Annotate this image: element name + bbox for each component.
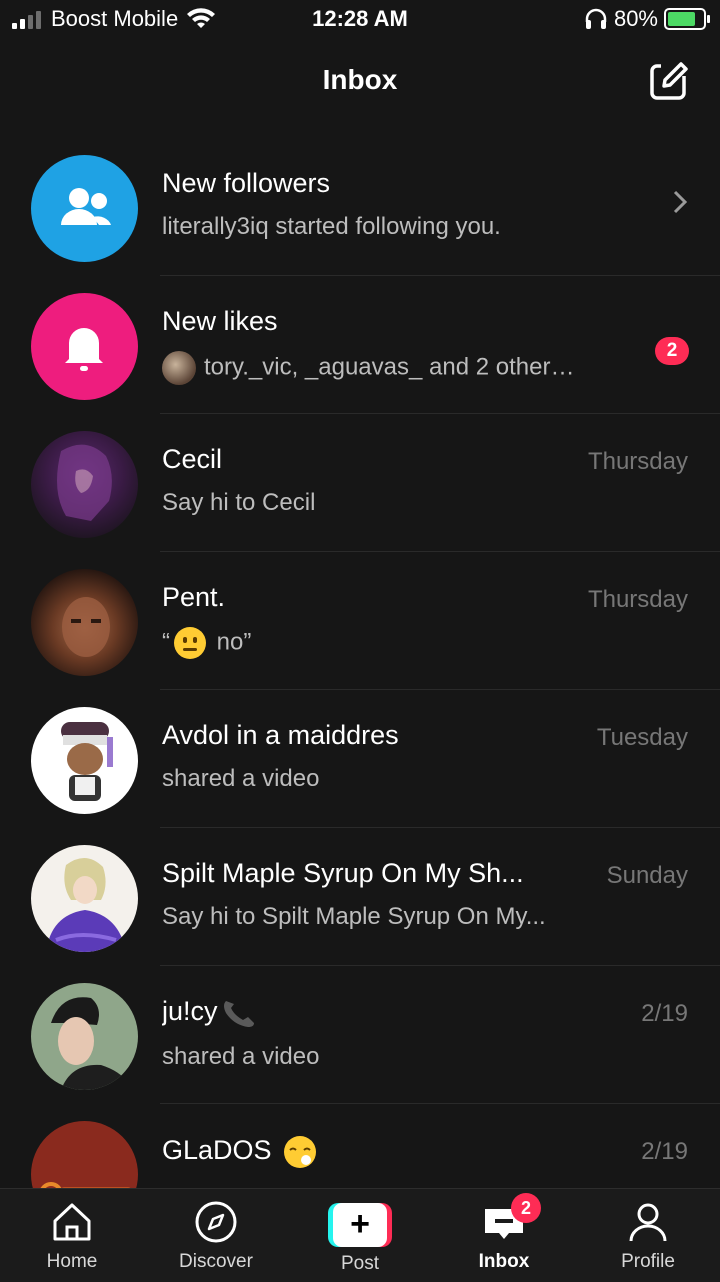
- nav-label: Inbox: [478, 1251, 530, 1272]
- row-subtitle: tory._vic, _aguavas_ and 2 others l...: [204, 353, 582, 381]
- conversation-message: Say hi to Cecil: [162, 489, 316, 516]
- likes-count-badge: 2: [655, 337, 689, 365]
- inbox-badge: 2: [511, 1193, 541, 1223]
- home-icon: [53, 1203, 91, 1241]
- compose-icon[interactable]: [648, 60, 690, 102]
- face-emoji: [283, 1136, 316, 1168]
- avatar: [31, 707, 138, 814]
- nav-label: Discover: [179, 1251, 253, 1272]
- conversation-time: 2/19: [641, 1138, 688, 1165]
- conversation-name: GLaDOS: [162, 1135, 272, 1166]
- conversation-row[interactable]: Avdol in a maiddres shared a video Tuesd…: [0, 690, 720, 828]
- conversation-time: Thursday: [587, 448, 688, 475]
- new-likes-row[interactable]: New likes tory._vic, _aguavas_ and 2 oth…: [0, 276, 720, 414]
- avatar: [31, 569, 138, 676]
- battery-icon: [664, 8, 710, 30]
- conversation-name: ju!cy: [162, 996, 218, 1026]
- row-subtitle: literally3iq started following you.: [162, 213, 501, 240]
- avatar: [31, 845, 138, 952]
- liker-avatar: [162, 351, 196, 385]
- conversation-message: “ no”: [162, 627, 582, 659]
- avatar: [31, 431, 138, 538]
- conversation-time: Thursday: [587, 586, 688, 613]
- conversation-time: Tuesday: [596, 724, 688, 751]
- neutral-face-emoji: [174, 627, 206, 659]
- status-bar: Boost Mobile 12:28 AM 80%: [0, 0, 720, 40]
- compass-icon: [195, 1201, 237, 1243]
- conversation-row[interactable]: Pent. “ no” Thursday: [0, 552, 720, 690]
- nav-inbox[interactable]: 2 Inbox: [444, 1193, 564, 1273]
- conversation-name: Cecil: [162, 444, 223, 474]
- nav-label: Post: [340, 1253, 380, 1274]
- row-title: New followers: [162, 168, 331, 198]
- conversation-name: Pent.: [162, 582, 226, 612]
- bell-icon: [31, 293, 138, 400]
- nav-profile[interactable]: Profile: [588, 1199, 708, 1273]
- inbox-screen: Boost Mobile 12:28 AM 80% Inbox New foll…: [0, 0, 720, 1282]
- telephone-emoji: [223, 1000, 254, 1027]
- row-title: New likes: [162, 306, 278, 336]
- chevron-right-icon: [673, 190, 688, 214]
- post-button[interactable]: +: [328, 1203, 392, 1247]
- page-title: Inbox: [322, 64, 398, 95]
- conversation-message: Say hi to Spilt Maple Syrup On My...: [162, 903, 546, 930]
- plus-icon: +: [333, 1203, 387, 1247]
- conversation-time: 2/19: [641, 1000, 688, 1027]
- conversation-name: Avdol in a maiddres: [162, 720, 399, 750]
- conversation-time: Sunday: [606, 862, 688, 889]
- battery-percent: 80%: [613, 6, 658, 31]
- nav-discover[interactable]: Discover: [156, 1199, 276, 1273]
- headphones-icon: [585, 8, 607, 29]
- profile-icon: [629, 1203, 667, 1242]
- new-followers-row[interactable]: New followers literally3iq started follo…: [0, 138, 720, 276]
- nav-label: Home: [46, 1251, 98, 1272]
- avatar: [31, 983, 138, 1090]
- conversation-name: Spilt Maple Syrup On My Sh...: [162, 858, 524, 888]
- followers-icon: [31, 155, 138, 262]
- conversation-message: shared a video: [162, 1042, 320, 1070]
- conversation-row[interactable]: Cecil Say hi to Cecil Thursday: [0, 414, 720, 552]
- nav-post[interactable]: + Post: [300, 1199, 420, 1275]
- conversation-message: shared a video: [162, 765, 320, 792]
- conversation-row[interactable]: Spilt Maple Syrup On My Sh... Say hi to …: [0, 828, 720, 966]
- bottom-nav: Home Discover + Post 2 Inbox Profile: [0, 1188, 720, 1282]
- nav-home[interactable]: Home: [12, 1199, 132, 1273]
- conversation-row[interactable]: ju!cy shared a video 2/19: [0, 966, 720, 1104]
- nav-label: Profile: [621, 1251, 675, 1272]
- header: Inbox: [0, 40, 720, 120]
